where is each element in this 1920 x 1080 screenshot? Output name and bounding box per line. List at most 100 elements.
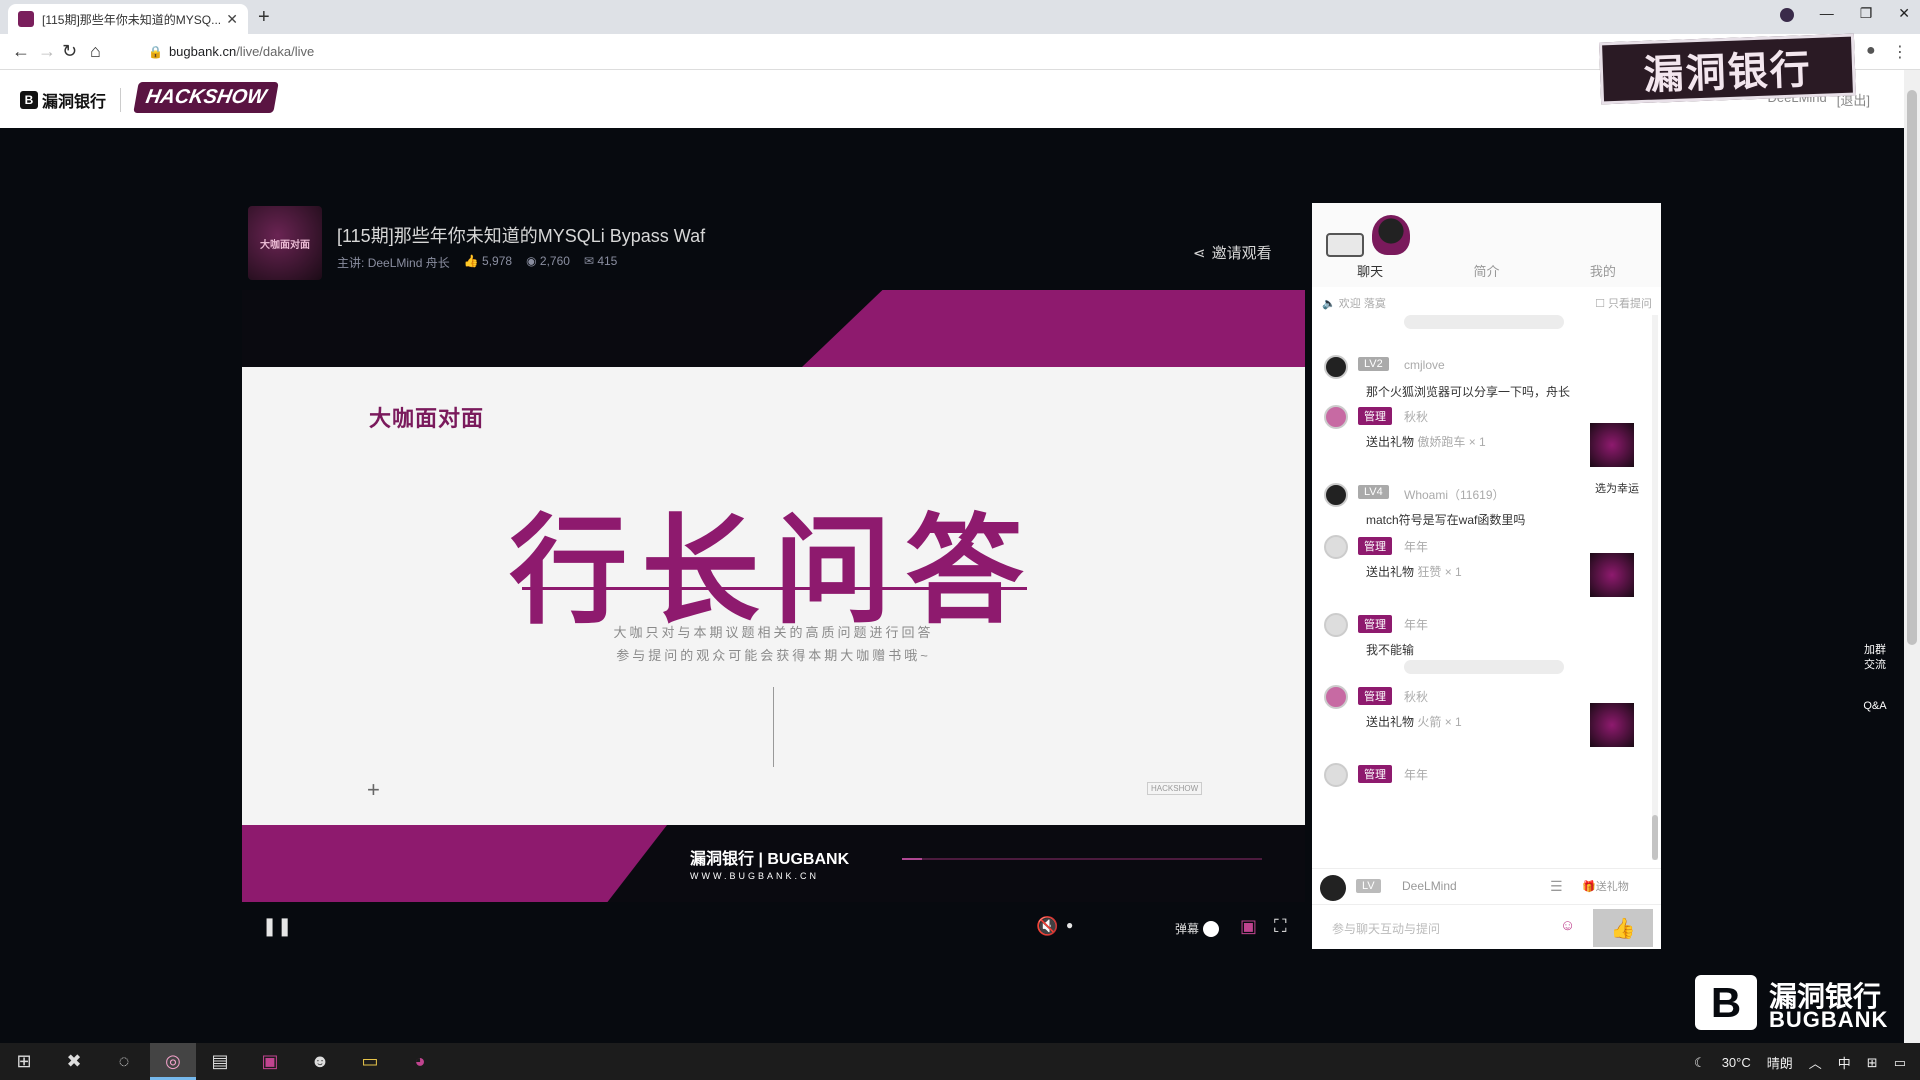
emoji-icon[interactable]: ☺: [1560, 917, 1575, 934]
page-scrollbar[interactable]: [1904, 70, 1920, 1045]
gift-image: [1590, 553, 1634, 597]
join-group-link[interactable]: 加群交流: [1861, 643, 1889, 673]
folder-icon[interactable]: ▭: [358, 1051, 382, 1073]
close-window-button[interactable]: ✕: [1898, 5, 1910, 22]
bugbank-logo[interactable]: B 漏洞银行: [20, 88, 106, 112]
avatar[interactable]: [1324, 483, 1348, 507]
user-name[interactable]: 年年: [1404, 766, 1428, 783]
lucky-button[interactable]: 选为幸运: [1595, 480, 1639, 496]
notification-icon[interactable]: ▭: [1894, 1055, 1906, 1071]
avatar[interactable]: [1324, 405, 1348, 429]
tab-close-icon[interactable]: ✕: [226, 11, 238, 28]
chrome-icon[interactable]: ◎: [161, 1051, 185, 1073]
danmu-switch[interactable]: [1203, 920, 1220, 937]
slide-vertical-line: [773, 687, 774, 767]
my-avatar[interactable]: [1320, 875, 1346, 901]
host-label: 主讲:: [337, 256, 365, 270]
host-name[interactable]: DeeLMind 舟长: [368, 256, 450, 270]
like-button[interactable]: 👍: [1593, 909, 1653, 947]
browser-tab[interactable]: [115期]那些年你未知道的MYSQ... ✕: [8, 4, 248, 34]
document-icon[interactable]: ▤: [208, 1051, 232, 1073]
slide-watermark: HACKSHOW: [1147, 782, 1203, 795]
welcome-label: 欢迎: [1338, 298, 1361, 310]
like-icon: 👍: [463, 254, 479, 268]
list-icon[interactable]: ☰: [1550, 878, 1563, 895]
avatar[interactable]: [1324, 355, 1348, 379]
slide-brand: 漏洞银行 | BUGBANK WWW.BUGBANK.CN: [690, 845, 849, 881]
chevron-up-icon[interactable]: ︿: [1809, 1053, 1822, 1072]
qa-link[interactable]: Q&A: [1855, 699, 1895, 714]
my-name: DeeLMind: [1402, 879, 1457, 893]
my-level-badge: LV: [1356, 879, 1381, 893]
user-name[interactable]: 秋秋: [1404, 688, 1428, 705]
user-name[interactable]: cmjlove: [1404, 358, 1445, 372]
thumb-up-icon: 👍: [1610, 917, 1636, 940]
chat-scrollbar[interactable]: [1652, 315, 1658, 860]
mute-icon[interactable]: 🔇: [1036, 916, 1058, 937]
slide-band-top: [802, 290, 1305, 367]
chat-input[interactable]: 参与聊天互动与提问: [1332, 920, 1440, 937]
home-icon[interactable]: ⌂: [90, 41, 101, 62]
fullscreen-icon[interactable]: ⛶: [1274, 916, 1287, 937]
video-player[interactable]: 大咖面对面 行长问答 大咖只对与本期议题相关的高质问题进行回答 参与提问的观众可…: [242, 290, 1305, 902]
message-text: 送出礼物 狂赞 × 1: [1366, 563, 1462, 580]
chat-current-user: LV DeeLMind ☰ 🎁送礼物: [1312, 868, 1661, 904]
agent-icon[interactable]: ☻: [308, 1051, 332, 1073]
back-icon[interactable]: ←: [12, 41, 30, 62]
tab-intro[interactable]: 简介: [1428, 261, 1544, 287]
taskbar: ⊞ ✖ ◌ ◎ ▤ ▣ ☻ ▭ ◕ ☾ 30°C 晴朗 ︿ 中 ⊞ ▭: [0, 1043, 1920, 1080]
minimize-button[interactable]: —: [1820, 5, 1834, 22]
record-icon[interactable]: [1779, 8, 1794, 22]
user-name[interactable]: 秋秋: [1404, 408, 1428, 425]
user-name[interactable]: 年年: [1404, 616, 1428, 633]
windows-start-icon[interactable]: ⊞: [12, 1051, 36, 1073]
forward-icon[interactable]: →: [38, 41, 56, 62]
chat-message-list[interactable]: LV2 cmjlove 那个火狐浏览器可以分享一下吗，舟长 管理 秋秋 送出礼物…: [1312, 315, 1652, 865]
page-scrollbar-thumb[interactable]: [1907, 90, 1917, 645]
gift-image: [1590, 703, 1634, 747]
system-notice: [1404, 660, 1564, 674]
screen-icon[interactable]: ▣: [258, 1051, 282, 1073]
url-field[interactable]: 🔒 bugbank.cn/live/daka/live: [148, 44, 314, 59]
avatar[interactable]: [1324, 613, 1348, 637]
speaker-icon: 🔈: [1322, 298, 1336, 310]
powerpoint-icon[interactable]: ◕: [408, 1051, 432, 1073]
tab-chat[interactable]: 聊天: [1312, 261, 1428, 287]
only-questions-checkbox[interactable]: ☐ 只看提问: [1595, 295, 1652, 311]
theater-mode-icon[interactable]: ▣: [1240, 916, 1257, 937]
menu-icon[interactable]: ⋮: [1892, 42, 1908, 62]
profile-icon[interactable]: ●: [1866, 42, 1876, 60]
avatar[interactable]: [1324, 685, 1348, 709]
tool-icon[interactable]: ✖: [62, 1051, 86, 1073]
system-tray: ☾ 30°C 晴朗 ︿ 中 ⊞ ▭: [1694, 1053, 1906, 1072]
danmu-toggle[interactable]: 弹幕: [1175, 920, 1220, 937]
url-path: /live/daka/live: [236, 44, 315, 59]
reload-icon[interactable]: ↻: [62, 41, 77, 62]
chat-scrollbar-thumb[interactable]: [1652, 815, 1658, 860]
message-text: 送出礼物 火箭 × 1: [1366, 713, 1462, 730]
slide-subtitle-line2: 参与提问的观众可能会获得本期大咖赠书哦~: [616, 648, 931, 663]
gift-action: 送出礼物: [1366, 715, 1415, 729]
comment-icon: ✉: [583, 254, 594, 268]
tab-title: [115期]那些年你未知道的MYSQ...: [42, 12, 221, 27]
volume-knob[interactable]: ●: [1066, 918, 1073, 932]
tab-mine[interactable]: 我的: [1545, 261, 1661, 287]
new-tab-button[interactable]: +: [258, 6, 270, 29]
browser-tabstrip: [115期]那些年你未知道的MYSQ... ✕ + — ❐ ✕: [0, 0, 1920, 34]
invite-button[interactable]: ⋖ 邀请观看: [1193, 242, 1272, 263]
app-icon[interactable]: ◌: [112, 1051, 136, 1073]
user-name[interactable]: 年年: [1404, 538, 1428, 555]
admin-badge: 管理: [1358, 407, 1392, 425]
input-method[interactable]: 中: [1838, 1053, 1851, 1072]
keyboard-icon[interactable]: ⊞: [1867, 1055, 1878, 1071]
bugbank-watermark: B 漏洞银行 BUGBANK: [1695, 975, 1895, 1032]
user-name[interactable]: Whoami（11619）: [1404, 486, 1505, 503]
send-gift-button[interactable]: 🎁送礼物: [1582, 878, 1629, 894]
avatar[interactable]: [1324, 535, 1348, 559]
only-questions-label: 只看提问: [1608, 298, 1652, 310]
avatar[interactable]: [1324, 763, 1348, 787]
restore-button[interactable]: ❐: [1860, 5, 1873, 22]
pause-icon[interactable]: ❚❚: [262, 916, 292, 937]
chat-header: 聊天 简介 我的: [1312, 203, 1661, 287]
hackshow-logo[interactable]: HACKSHOW: [133, 82, 279, 113]
